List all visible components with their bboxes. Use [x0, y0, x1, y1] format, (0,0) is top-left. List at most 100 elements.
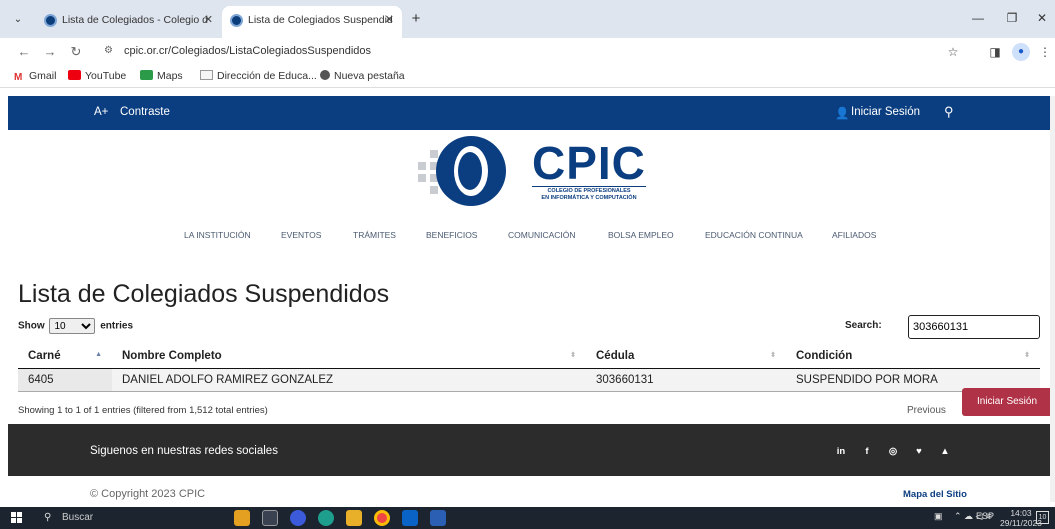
- menu-item-institucion[interactable]: LA INSTITUCIÓN: [184, 230, 251, 240]
- sort-asc-icon: ▲: [95, 351, 102, 358]
- table-row: 6405 DANIEL ADOLFO RAMIREZ GONZALEZ 3036…: [18, 368, 1040, 392]
- folder-icon[interactable]: [346, 510, 362, 526]
- column-header-condicion[interactable]: Condición ⬍: [786, 345, 1040, 369]
- floating-login-button[interactable]: Iniciar Sesión: [962, 388, 1052, 416]
- outlook-icon[interactable]: [402, 510, 418, 526]
- suspended-members-table: Carné ▲ Nombre Completo ⬍ Cédula ⬍ Condició…: [18, 345, 1040, 392]
- sort-icon: ⬍: [570, 352, 576, 359]
- main-menu: LA INSTITUCIÓN EVENTOS TRÁMITES BENEFICI…: [8, 230, 1052, 244]
- forward-icon[interactable]: →: [40, 42, 60, 62]
- bookmark-label: Dirección de Educa...: [217, 70, 317, 82]
- search-icon[interactable]: ⚲: [944, 104, 954, 120]
- document-icon: [200, 70, 213, 80]
- instagram-icon[interactable]: ◎: [886, 446, 900, 457]
- logo-subtitle-line-1: COLEGIO DE PROFESIONALES: [547, 188, 631, 194]
- address-bar: ← → ↻ ⚙ cpic.or.cr/Colegiados/ListaColeg…: [0, 38, 1055, 66]
- menu-item-eventos[interactable]: EVENTOS: [281, 230, 321, 240]
- url-text: cpic.or.cr/Colegiados/ListaColegiadosSus…: [124, 45, 372, 57]
- user-icon: 👤: [835, 108, 850, 120]
- language-indicator[interactable]: ESP: [976, 511, 994, 521]
- cell-carne: 6405: [18, 368, 112, 392]
- bookmark-label: Nueva pestaña: [334, 70, 405, 82]
- close-window-icon[interactable]: ✕: [1030, 8, 1054, 28]
- minimize-icon[interactable]: —: [966, 8, 990, 28]
- cpic-favicon-icon: [44, 14, 57, 27]
- notifications-icon[interactable]: 10: [1036, 511, 1049, 524]
- bookmark-label: YouTube: [85, 70, 127, 82]
- show-label: Show: [18, 320, 45, 332]
- youtube-icon[interactable]: ▲: [938, 446, 952, 457]
- tab-title: Lista de Colegiados - Colegio d: [62, 14, 208, 26]
- taskbar-search[interactable]: ⚲ Buscar: [38, 509, 208, 527]
- windows-start-icon[interactable]: [11, 512, 23, 524]
- task-view-icon[interactable]: [262, 510, 278, 526]
- sitemap-link[interactable]: Mapa del Sitio: [903, 489, 967, 500]
- cell-nombre: DANIEL ADOLFO RAMIREZ GONZALEZ: [112, 368, 586, 392]
- social-text: Siguenos en nuestras redes sociales: [90, 445, 278, 457]
- browser-tab-1[interactable]: Lista de Colegiados - Colegio d ✕: [36, 6, 221, 38]
- cpic-favicon-icon: [230, 14, 243, 27]
- font-size-button[interactable]: A+: [94, 106, 108, 118]
- close-tab-icon[interactable]: ✕: [385, 6, 394, 34]
- tab-search-chevron-icon[interactable]: ⌄: [8, 11, 28, 29]
- maps-icon: [140, 70, 153, 80]
- search-input[interactable]: [908, 315, 1040, 339]
- bookmark-label: Maps: [157, 70, 183, 82]
- top-utility-bar: A+ Contraste 👤 Iniciar Sesión ⚲: [8, 96, 1052, 130]
- entries-per-page-select[interactable]: 10: [49, 318, 96, 334]
- reload-icon[interactable]: ↻: [66, 42, 86, 62]
- browser-tab-2-active[interactable]: Lista de Colegiados Suspendid ✕: [222, 6, 402, 38]
- close-tab-icon[interactable]: ✕: [204, 6, 213, 34]
- profile-avatar-icon[interactable]: ●: [1012, 43, 1030, 61]
- bookmark-star-icon[interactable]: ☆: [944, 42, 962, 62]
- url-field[interactable]: ⚙ cpic.or.cr/Colegiados/ListaColegiadosS…: [94, 41, 974, 63]
- file-explorer-icon[interactable]: [234, 510, 250, 526]
- bookmark-nueva-pestana[interactable]: Nueva pestaña: [320, 70, 405, 82]
- page-title: Lista de Colegiados Suspendidos: [18, 280, 390, 308]
- entries-label: entries: [100, 320, 134, 332]
- column-header-nombre[interactable]: Nombre Completo ⬍: [112, 345, 586, 369]
- side-panel-icon[interactable]: ◨: [986, 42, 1004, 62]
- menu-item-educacion-continua[interactable]: EDUCACIÓN CONTINUA: [705, 230, 803, 240]
- zoom-icon[interactable]: [290, 510, 306, 526]
- menu-item-beneficios[interactable]: BENEFICIOS: [426, 230, 477, 240]
- menu-item-afiliados[interactable]: AFILIADOS: [832, 230, 876, 240]
- table-header-row: Carné ▲ Nombre Completo ⬍ Cédula ⬍ Condició…: [18, 345, 1040, 369]
- table-info: Showing 1 to 1 of 1 entries (filtered fr…: [18, 405, 268, 416]
- logo-text: CPIC: [532, 137, 646, 189]
- login-link[interactable]: Iniciar Sesión: [851, 106, 920, 118]
- column-header-carne[interactable]: Carné ▲: [18, 345, 112, 369]
- youtube-icon: [68, 70, 81, 80]
- new-tab-button[interactable]: +: [406, 10, 426, 30]
- logo-subtitle-line-2: EN INFORMÁTICA Y COMPUTACIÓN: [541, 195, 637, 201]
- contrast-button[interactable]: Contraste: [120, 106, 170, 118]
- menu-item-bolsa-empleo[interactable]: BOLSA EMPLEO: [608, 230, 674, 240]
- search-icon: ⚲: [44, 512, 52, 523]
- bookmark-label: Gmail: [29, 70, 57, 82]
- bookmark-direccion[interactable]: Dirección de Educa...: [200, 70, 317, 82]
- bookmark-youtube[interactable]: YouTube: [68, 70, 126, 82]
- facebook-icon[interactable]: f: [860, 446, 874, 457]
- tray-app-icon[interactable]: ▣: [934, 511, 943, 522]
- chrome-icon[interactable]: [374, 510, 390, 526]
- restore-icon[interactable]: ❐: [1000, 8, 1024, 28]
- previous-page-button[interactable]: Previous: [907, 405, 946, 416]
- browser-menu-icon[interactable]: ⋮: [1036, 42, 1054, 62]
- menu-item-tramites[interactable]: TRÁMITES: [353, 230, 396, 240]
- copyright: © Copyright 2023 CPIC: [90, 488, 206, 500]
- twitter-icon[interactable]: ♥: [912, 446, 926, 457]
- cpic-logo[interactable]: CPIC COLEGIO DE PROFESIONALES EN INFORMÁ…: [414, 136, 646, 211]
- bookmark-maps[interactable]: Maps: [140, 70, 183, 82]
- bookmark-gmail[interactable]: M Gmail: [14, 70, 56, 83]
- menu-item-comunicacion[interactable]: COMUNICACIÓN: [508, 230, 576, 240]
- page-scrollbar[interactable]: [1050, 96, 1055, 502]
- taskbar-search-label: Buscar: [62, 512, 94, 523]
- cell-cedula: 303660131: [586, 368, 786, 392]
- word-icon[interactable]: [430, 510, 446, 526]
- edge-icon[interactable]: [318, 510, 334, 526]
- logo-subtitle: COLEGIO DE PROFESIONALES EN INFORMÁTICA …: [532, 188, 646, 202]
- column-header-cedula[interactable]: Cédula ⬍: [586, 345, 786, 369]
- back-icon[interactable]: ←: [14, 42, 34, 62]
- linkedin-icon[interactable]: in: [834, 446, 848, 457]
- site-info-icon[interactable]: ⚙: [104, 45, 113, 56]
